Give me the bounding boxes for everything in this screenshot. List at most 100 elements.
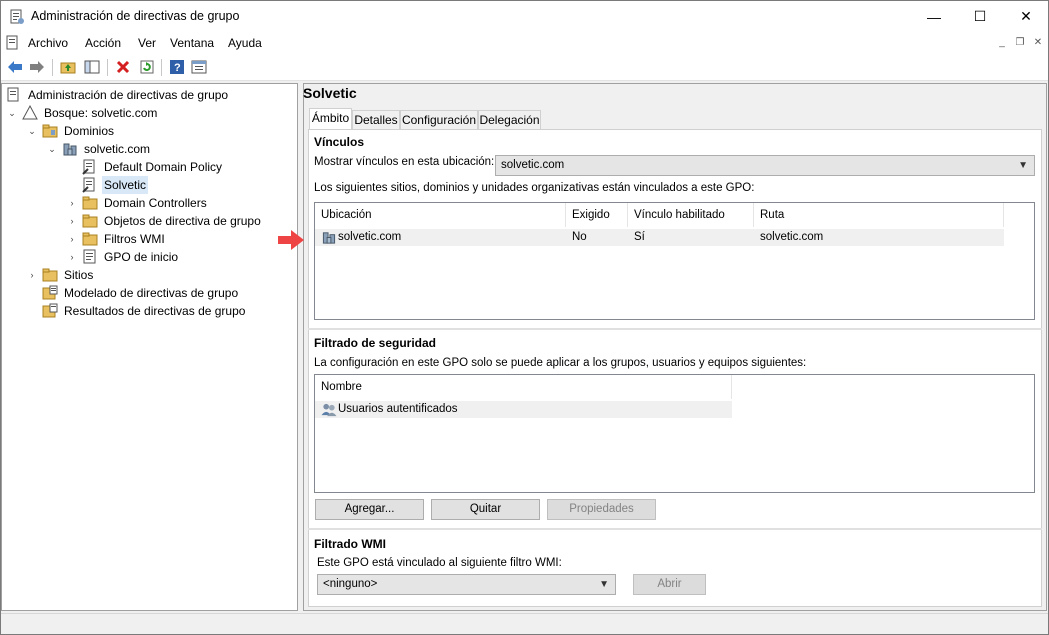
folder-up-icon[interactable]	[59, 58, 77, 76]
tree-item-domain[interactable]: ⌄ solvetic.com	[46, 140, 152, 158]
menu-ayuda[interactable]: Ayuda	[228, 36, 262, 50]
tab-delegacion[interactable]: Delegación	[478, 110, 541, 130]
tree-item-label: Dominios	[64, 124, 115, 138]
users-icon	[321, 402, 337, 423]
cell-name: Usuarios autentificados	[338, 403, 458, 415]
tree-item-label: solvetic.com	[84, 142, 151, 156]
tree-item-sites[interactable]: › Sitios	[26, 266, 95, 284]
back-arrow-icon[interactable]	[6, 58, 24, 76]
tree-item-label: GPO de inicio	[104, 250, 179, 264]
collapse-toggle[interactable]: ›	[66, 230, 78, 248]
tree-item-modeling[interactable]: Modelado de directivas de grupo	[26, 284, 240, 302]
chevron-down-icon: ▼	[599, 579, 609, 590]
links-heading: Vínculos	[314, 135, 365, 149]
maximize-button[interactable]: ☐	[957, 1, 1003, 32]
mdi-minimize-button[interactable]: _	[994, 36, 1010, 50]
column-header-vinculo[interactable]: Vínculo habilitado	[628, 203, 754, 227]
tree-item-results[interactable]: Resultados de directivas de grupo	[26, 302, 247, 320]
mdi-restore-button[interactable]: ❐	[1012, 36, 1028, 50]
tree-item-default-domain-policy[interactable]: Default Domain Policy	[82, 158, 224, 176]
tree-item-solvetic[interactable]: Solvetic	[82, 176, 149, 194]
tree-item-forest[interactable]: ⌄ Bosque: solvetic.com	[6, 104, 159, 122]
properties-icon[interactable]	[190, 58, 208, 76]
collapse-toggle[interactable]: ›	[66, 212, 78, 230]
menu-ver[interactable]: Ver	[138, 36, 156, 50]
open-button[interactable]: Abrir	[633, 574, 706, 595]
tree-item-label: Resultados de directivas de grupo	[64, 304, 246, 318]
links-description: Los siguientes sitios, dominios y unidad…	[314, 182, 755, 194]
domain-icon	[62, 141, 78, 157]
delete-icon[interactable]	[114, 58, 132, 76]
collapse-toggle[interactable]: ›	[66, 194, 78, 212]
domain-icon	[321, 230, 337, 251]
cell-location: solvetic.com	[338, 231, 402, 243]
section-divider	[308, 328, 1042, 330]
show-hide-tree-icon[interactable]	[83, 58, 101, 76]
column-header-ubicacion[interactable]: Ubicación	[315, 203, 566, 227]
tree-item-label: Modelado de directivas de grupo	[64, 286, 239, 300]
tree-item-wmi-filters[interactable]: › Filtros WMI	[66, 230, 167, 248]
chevron-down-icon: ▼	[1018, 160, 1028, 171]
toolbar-separator	[52, 59, 53, 76]
links-list[interactable]: Ubicación Exigido Vínculo habilitado Rut…	[314, 202, 1035, 320]
tab-ambito[interactable]: Ámbito	[309, 108, 352, 130]
remove-button[interactable]: Quitar	[431, 499, 540, 520]
status-bar	[1, 613, 1048, 634]
toolbar: ?	[1, 54, 1048, 81]
cell-link-enabled: Sí	[634, 231, 645, 243]
tree-item-label: Sitios	[64, 268, 94, 282]
table-row[interactable]: solvetic.com No Sí solvetic.com	[315, 229, 1004, 246]
security-heading: Filtrado de seguridad	[314, 336, 437, 350]
expand-toggle[interactable]: ⌄	[26, 122, 38, 140]
properties-button[interactable]: Propiedades	[547, 499, 656, 520]
minimize-button[interactable]: —	[911, 1, 957, 32]
column-header-ruta[interactable]: Ruta	[754, 203, 1004, 227]
menu-ventana[interactable]: Ventana	[170, 36, 214, 50]
annotation-arrow-icon	[278, 230, 304, 253]
console-tree: Administración de directivas de grupo ⌄ …	[1, 83, 298, 611]
help-icon[interactable]: ?	[168, 58, 186, 76]
modeling-icon	[42, 285, 58, 301]
wmi-heading: Filtrado WMI	[314, 537, 386, 551]
wmi-description: Este GPO está vinculado al siguiente fil…	[317, 557, 562, 569]
security-list[interactable]: Nombre Usuarios autentificados	[314, 374, 1035, 493]
system-menu-icon[interactable]	[5, 35, 21, 54]
links-location-select[interactable]: solvetic.com ▼	[495, 155, 1035, 176]
tab-detalles[interactable]: Detalles	[352, 110, 400, 130]
tree-item-domains[interactable]: ⌄ Dominios	[26, 122, 116, 140]
tree-item-gpo-objects[interactable]: › Objetos de directiva de grupo	[66, 212, 263, 230]
wmi-filter-select[interactable]: <ninguno> ▼	[317, 574, 616, 595]
forward-arrow-icon[interactable]	[28, 58, 46, 76]
menu-bar: Archivo Acción Ver Ventana Ayuda _ ❐ ✕	[1, 32, 1048, 54]
menu-archivo[interactable]: Archivo	[28, 36, 68, 50]
page-title: Solvetic	[303, 85, 357, 101]
links-location-value: solvetic.com	[501, 159, 565, 171]
cell-enforced: No	[572, 231, 587, 243]
tree-item-label: Solvetic	[102, 176, 149, 194]
mdi-close-button[interactable]: ✕	[1030, 36, 1046, 50]
column-header-nombre[interactable]: Nombre	[315, 375, 732, 399]
tree-item-label: Domain Controllers	[104, 196, 207, 210]
tree-item-root[interactable]: Administración de directivas de grupo	[6, 86, 230, 104]
tree-item-starter-gpos[interactable]: › GPO de inicio	[66, 248, 180, 266]
table-row[interactable]: Usuarios autentificados	[315, 401, 732, 418]
expand-toggle[interactable]: ⌄	[46, 140, 58, 158]
tree-item-domain-controllers[interactable]: › Domain Controllers	[66, 194, 209, 212]
refresh-icon[interactable]	[138, 58, 156, 76]
collapse-toggle[interactable]: ›	[66, 248, 78, 266]
section-divider	[308, 528, 1042, 530]
collapse-toggle[interactable]: ›	[26, 266, 38, 284]
window-title: Administración de directivas de grupo	[31, 9, 240, 23]
close-button[interactable]: ✕	[1003, 1, 1049, 32]
tab-configuracion[interactable]: Configuración	[400, 110, 478, 130]
folder-icon	[82, 231, 98, 247]
column-header-exigido[interactable]: Exigido	[566, 203, 628, 227]
console-root-icon	[6, 87, 22, 103]
add-button[interactable]: Agregar...	[315, 499, 424, 520]
gpmc-app-icon	[9, 9, 25, 28]
expand-toggle[interactable]: ⌄	[6, 104, 18, 122]
app-window: Administración de directivas de grupo — …	[0, 0, 1049, 635]
menu-accion[interactable]: Acción	[85, 36, 121, 50]
toolbar-separator	[107, 59, 108, 76]
show-links-label: Mostrar vínculos en esta ubicación:	[314, 156, 495, 168]
